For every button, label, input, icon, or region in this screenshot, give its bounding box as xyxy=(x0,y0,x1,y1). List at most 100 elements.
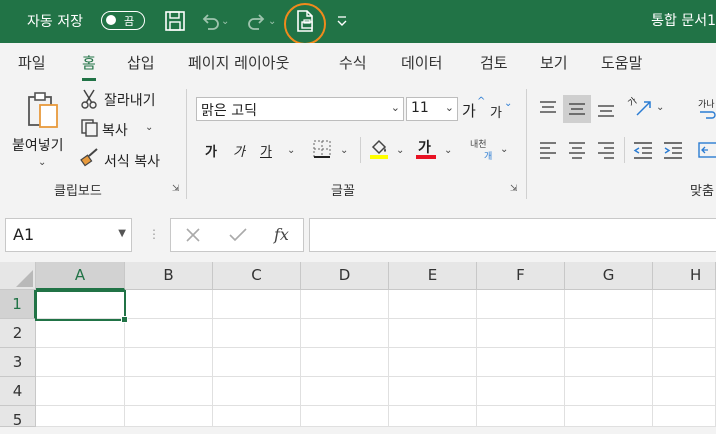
wrap-text-button[interactable]: 가나 xyxy=(696,95,716,121)
grid-cell[interactable] xyxy=(565,406,653,427)
splitter-handle-icon[interactable]: ⋮ xyxy=(148,227,160,241)
grid-cell[interactable] xyxy=(477,290,565,319)
decrease-indent-button[interactable] xyxy=(630,137,656,163)
font-name-select[interactable]: 맑은 고딕 ⌄ xyxy=(196,97,404,121)
grid-cell[interactable] xyxy=(653,290,716,319)
column-header-d[interactable]: D xyxy=(301,262,389,290)
grid-cell[interactable] xyxy=(125,377,213,406)
worksheet-grid[interactable]: A B C D E F G H 1 2 3 4 5 xyxy=(0,262,716,429)
grid-cell[interactable] xyxy=(653,348,716,377)
clipboard-launcher-icon[interactable]: ⇲ xyxy=(172,184,180,194)
row-header-1[interactable]: 1 xyxy=(0,290,36,319)
borders-button[interactable]: ⌄ xyxy=(312,139,352,161)
fill-handle[interactable] xyxy=(121,316,128,323)
align-left-button[interactable] xyxy=(536,137,560,163)
merge-center-button[interactable] xyxy=(696,137,716,163)
column-header-g[interactable]: G xyxy=(565,262,653,290)
grid-cell[interactable] xyxy=(653,377,716,406)
tab-help[interactable]: 도움말 xyxy=(601,52,642,73)
format-painter-button[interactable]: 서식 복사 xyxy=(80,147,175,170)
grid-cell[interactable] xyxy=(36,377,125,406)
cut-button[interactable]: 잘라내기 xyxy=(80,89,170,111)
cancel-icon[interactable] xyxy=(184,226,202,244)
redo-button[interactable]: ⌄ xyxy=(246,8,276,34)
grid-cell[interactable] xyxy=(213,377,301,406)
row-header-3[interactable]: 3 xyxy=(0,348,36,377)
name-box[interactable]: A1 ▼ xyxy=(5,218,132,252)
column-header-f[interactable]: F xyxy=(477,262,565,290)
align-middle-button[interactable] xyxy=(563,95,591,123)
grid-cell[interactable] xyxy=(213,290,301,319)
active-cell-a1[interactable] xyxy=(35,290,128,323)
bold-button[interactable]: 가 xyxy=(205,141,217,160)
grid-cell[interactable] xyxy=(36,348,125,377)
grid-cell[interactable] xyxy=(301,319,389,348)
align-center-button[interactable] xyxy=(565,137,589,163)
grid-cell[interactable] xyxy=(477,377,565,406)
redo-dropdown-icon[interactable]: ⌄ xyxy=(268,16,276,27)
grid-cell[interactable] xyxy=(565,377,653,406)
grid-cell[interactable] xyxy=(301,290,389,319)
grow-font-button[interactable]: 가 ^ xyxy=(462,96,486,120)
grid-cell[interactable] xyxy=(301,406,389,427)
font-size-select[interactable]: 11 ⌄ xyxy=(406,97,458,121)
grid-cell[interactable] xyxy=(36,319,125,348)
grid-cell[interactable] xyxy=(477,406,565,427)
select-all-corner[interactable] xyxy=(0,262,36,290)
font-launcher-icon[interactable]: ⇲ xyxy=(510,184,518,194)
grid-cell[interactable] xyxy=(389,406,477,427)
row-header-2[interactable]: 2 xyxy=(0,319,36,348)
insert-function-button[interactable]: fx xyxy=(274,225,289,244)
row-header-4[interactable]: 4 xyxy=(0,377,36,406)
column-header-c[interactable]: C xyxy=(213,262,301,290)
copy-button[interactable]: 복사 ⌄ xyxy=(80,118,160,140)
grid-cell[interactable] xyxy=(213,348,301,377)
tab-home[interactable]: 홈 xyxy=(82,52,96,81)
align-bottom-button[interactable] xyxy=(594,95,618,121)
grid-cell[interactable] xyxy=(389,348,477,377)
tab-data[interactable]: 데이터 xyxy=(401,52,442,73)
grid-cell[interactable] xyxy=(477,348,565,377)
grid-cell[interactable] xyxy=(389,290,477,319)
grid-cell[interactable] xyxy=(653,406,716,427)
column-header-e[interactable]: E xyxy=(389,262,477,290)
align-right-button[interactable] xyxy=(594,137,618,163)
shrink-font-button[interactable]: 가 ⌄ xyxy=(490,98,514,121)
tab-view[interactable]: 보기 xyxy=(540,52,568,73)
formula-input[interactable] xyxy=(309,218,716,252)
row-header-5[interactable]: 5 xyxy=(0,406,36,429)
increase-indent-button[interactable] xyxy=(660,137,686,163)
grid-cell[interactable] xyxy=(301,377,389,406)
align-top-button[interactable] xyxy=(536,95,560,121)
customize-qat-button[interactable] xyxy=(336,8,348,34)
grid-cell[interactable] xyxy=(213,319,301,348)
grid-cell[interactable] xyxy=(389,319,477,348)
grid-cell[interactable] xyxy=(565,348,653,377)
column-header-h[interactable]: H xyxy=(653,262,716,290)
phonetic-button[interactable]: 내천 개 ⌄ xyxy=(470,137,512,163)
grid-cell[interactable] xyxy=(477,319,565,348)
tab-formulas[interactable]: 수식 xyxy=(339,52,367,73)
grid-cell[interactable] xyxy=(36,406,125,427)
tab-review[interactable]: 검토 xyxy=(480,52,508,73)
italic-button[interactable]: 가 xyxy=(233,141,245,160)
grid-cell[interactable] xyxy=(565,319,653,348)
tab-file[interactable]: 파일 xyxy=(18,52,46,73)
save-button[interactable] xyxy=(164,8,186,34)
grid-cell[interactable] xyxy=(653,319,716,348)
tab-insert[interactable]: 삽입 xyxy=(127,52,155,73)
column-header-b[interactable]: B xyxy=(125,262,213,290)
copy-dropdown-icon[interactable]: ⌄ xyxy=(145,122,153,133)
underline-button[interactable]: 가 xyxy=(260,141,272,160)
undo-dropdown-icon[interactable]: ⌄ xyxy=(221,16,229,27)
grid-cell[interactable] xyxy=(125,348,213,377)
tab-page-layout[interactable]: 페이지 레이아웃 xyxy=(188,52,289,73)
autosave-toggle[interactable]: 끔 xyxy=(101,11,145,30)
undo-button[interactable]: ⌄ xyxy=(199,8,229,34)
grid-cell[interactable] xyxy=(301,348,389,377)
grid-cell[interactable] xyxy=(389,377,477,406)
grid-cell[interactable] xyxy=(565,290,653,319)
enter-check-icon[interactable] xyxy=(228,226,248,244)
font-color-button[interactable]: 가 ⌄ xyxy=(416,137,456,163)
underline-dropdown-icon[interactable]: ⌄ xyxy=(287,145,295,156)
